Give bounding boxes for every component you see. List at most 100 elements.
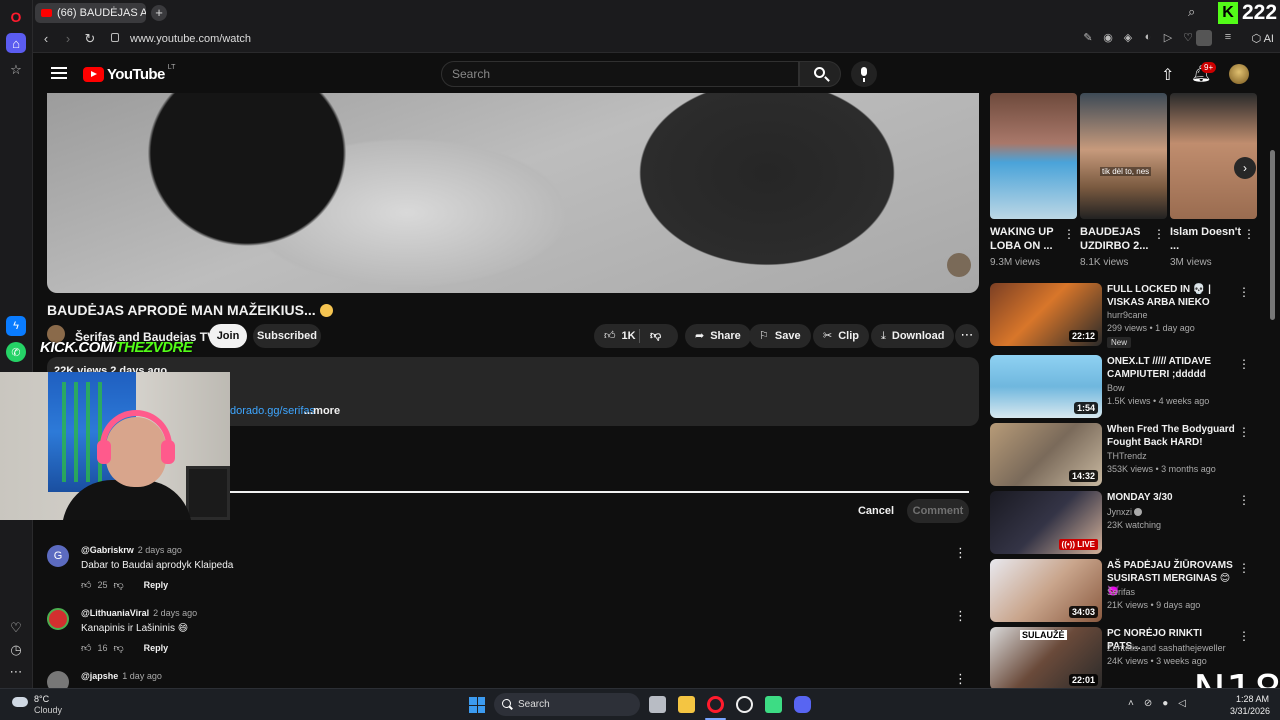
video-channel[interactable]: Šerifas	[1107, 587, 1135, 597]
profile-icon[interactable]	[1196, 30, 1212, 46]
reply-button[interactable]: Reply	[144, 580, 169, 590]
heart-outline-icon[interactable]: ♡	[1182, 31, 1194, 44]
short-title[interactable]: WAKING UP LOBA ON ...	[990, 225, 1062, 253]
mic-icon[interactable]: ●	[1162, 698, 1168, 709]
menu-lines-icon[interactable]: ≡	[1222, 31, 1234, 44]
chevron-right-icon[interactable]: ›	[1234, 157, 1256, 179]
task-view-icon[interactable]	[649, 696, 666, 713]
more-actions-icon[interactable]: ⋯	[955, 324, 979, 348]
obs-icon[interactable]	[736, 696, 753, 713]
search-button[interactable]	[799, 61, 841, 87]
video-title[interactable]: When Fred The Bodyguard Fought Back HARD…	[1107, 423, 1237, 449]
show-more-button[interactable]: ...more	[304, 405, 340, 417]
video-menu-icon[interactable]: ⋮	[1238, 285, 1250, 299]
short-thumbnail[interactable]	[1170, 93, 1257, 219]
clock-time[interactable]: 1:28 AM	[1236, 694, 1269, 704]
messenger-icon[interactable]: ϟ	[6, 316, 26, 336]
app-icon[interactable]	[765, 696, 782, 713]
discord-icon[interactable]	[794, 696, 811, 713]
comment-time[interactable]: 2 days ago	[153, 608, 197, 618]
recommended-video[interactable]: 1:54 ONEX.LT ///// ATIDAVE CAMPIUTERI ;d…	[990, 355, 1260, 419]
comment-time[interactable]: 2 days ago	[138, 545, 182, 555]
edit-icon[interactable]: ✎	[1082, 31, 1094, 44]
taskbar-search[interactable]: Search	[494, 693, 640, 716]
youtube-logo[interactable]: YouTube LT	[83, 64, 175, 83]
voice-search-icon[interactable]	[851, 61, 877, 87]
video-title[interactable]: ONEX.LT ///// ATIDAVE CAMPIUTERI ;ddddd	[1107, 355, 1237, 381]
video-thumbnail[interactable]: 14:32	[990, 423, 1102, 486]
forward-icon[interactable]: ›	[60, 31, 76, 46]
comment-menu-icon[interactable]: ⋮	[954, 671, 967, 687]
video-menu-icon[interactable]: ⋮	[1238, 493, 1250, 507]
video-thumbnail[interactable]: 1:54	[990, 355, 1102, 418]
short-card[interactable]: Islam Doesn't ... 3M views ⋮	[1170, 93, 1257, 268]
shield-icon[interactable]: ◈	[1122, 31, 1134, 44]
home-icon[interactable]: ⌂	[6, 33, 26, 53]
video-menu-icon[interactable]: ⋮	[1238, 425, 1250, 439]
lock-icon[interactable]	[111, 33, 119, 42]
cloud-icon[interactable]	[12, 697, 28, 707]
video-title[interactable]: FULL LOCKED IN 💀 | VISKAS ARBA NIEKO	[1107, 283, 1237, 309]
player-icon[interactable]: ▷	[1162, 31, 1174, 44]
short-menu-icon[interactable]: ⋮	[1243, 227, 1255, 241]
short-title[interactable]: BAUDEJAS UZDIRBO 2...	[1080, 225, 1152, 253]
video-channel[interactable]: THTrendz	[1107, 451, 1147, 461]
video-thumbnail[interactable]: 34:03	[990, 559, 1102, 622]
opera-logo-icon[interactable]: O	[6, 7, 26, 27]
new-tab-button[interactable]: +	[151, 5, 167, 21]
thumbs-down-icon[interactable]: 👎︎	[113, 579, 123, 591]
video-thumbnail[interactable]: 22:12	[990, 283, 1102, 346]
short-card[interactable]: tik dėl to, nes BAUDEJAS UZDIRBO 2... 8.…	[1080, 93, 1167, 268]
short-thumbnail[interactable]	[990, 93, 1077, 219]
short-card[interactable]: WAKING UP LOBA ON ... 9.3M views ⋮	[990, 93, 1077, 268]
comment-menu-icon[interactable]: ⋮	[954, 545, 967, 561]
video-menu-icon[interactable]: ⋮	[1238, 629, 1250, 643]
video-channel[interactable]: Bow	[1107, 383, 1125, 393]
comment-avatar[interactable]	[47, 608, 69, 630]
recommended-video[interactable]: 22:12 FULL LOCKED IN 💀 | VISKAS ARBA NIE…	[990, 283, 1260, 348]
windows-start-icon[interactable]	[469, 697, 485, 713]
short-menu-icon[interactable]: ⋮	[1063, 227, 1075, 241]
weather-temperature[interactable]: 8°C	[34, 694, 49, 704]
upload-icon[interactable]: ⇧	[1161, 65, 1174, 85]
download-button[interactable]: ⤓ Download	[871, 324, 955, 348]
video-channel[interactable]: Jynxzi	[1107, 507, 1143, 517]
vpn-icon[interactable]: ◐	[1142, 31, 1154, 44]
more-icon[interactable]: ⋯	[6, 662, 26, 682]
history-icon[interactable]: ◷	[6, 640, 26, 660]
opera-taskbar-icon[interactable]	[707, 696, 724, 713]
video-channel[interactable]: Žentelis and sashathejeweller	[1107, 643, 1226, 653]
back-icon[interactable]: ‹	[38, 31, 54, 46]
video-menu-icon[interactable]: ⋮	[1238, 357, 1250, 371]
comment-menu-icon[interactable]: ⋮	[954, 608, 967, 624]
volume-icon[interactable]: ◁	[1178, 698, 1186, 709]
file-explorer-icon[interactable]	[678, 696, 695, 713]
page-scrollbar[interactable]	[1270, 150, 1275, 320]
video-menu-icon[interactable]: ⋮	[1238, 561, 1250, 575]
account-avatar[interactable]	[1229, 64, 1249, 84]
save-button[interactable]: ⚐ Save	[749, 324, 811, 348]
reply-button[interactable]: Reply	[144, 643, 169, 653]
subscribed-button[interactable]: Subscribed	[253, 324, 321, 348]
chevron-up-icon[interactable]: ˄	[1128, 698, 1134, 709]
comment-input[interactable]	[230, 491, 969, 493]
recommended-video[interactable]: 14:32 When Fred The Bodyguard Fought Bac…	[990, 423, 1260, 487]
reload-icon[interactable]: ↻	[82, 31, 98, 47]
join-button[interactable]: Join	[209, 324, 247, 348]
search-input[interactable]: Search	[441, 61, 799, 87]
thumbs-down-icon[interactable]: 👎︎	[650, 324, 661, 348]
thumbs-up-icon[interactable]: 👍︎	[81, 579, 91, 591]
ai-button[interactable]: ⬡ AI	[1252, 32, 1274, 45]
recommended-video[interactable]: ((•)) LIVE MONDAY 3/30 Jynxzi 23K watchi…	[990, 491, 1260, 555]
share-button[interactable]: ➦ Share	[685, 324, 751, 348]
comment-time[interactable]: 1 day ago	[122, 671, 162, 681]
video-player[interactable]	[47, 93, 979, 293]
clock-date[interactable]: 3/31/2026	[1230, 706, 1270, 716]
kick-extension-icon[interactable]: K	[1218, 2, 1238, 24]
comment-author[interactable]: @LithuaniaViral	[81, 608, 149, 618]
camera-icon[interactable]: ◉	[1102, 31, 1114, 44]
thumbs-up-icon[interactable]: 👍︎	[81, 642, 91, 654]
short-menu-icon[interactable]: ⋮	[1153, 227, 1165, 241]
comment-author[interactable]: @japshe	[81, 671, 118, 681]
hamburger-menu-icon[interactable]	[51, 67, 67, 79]
